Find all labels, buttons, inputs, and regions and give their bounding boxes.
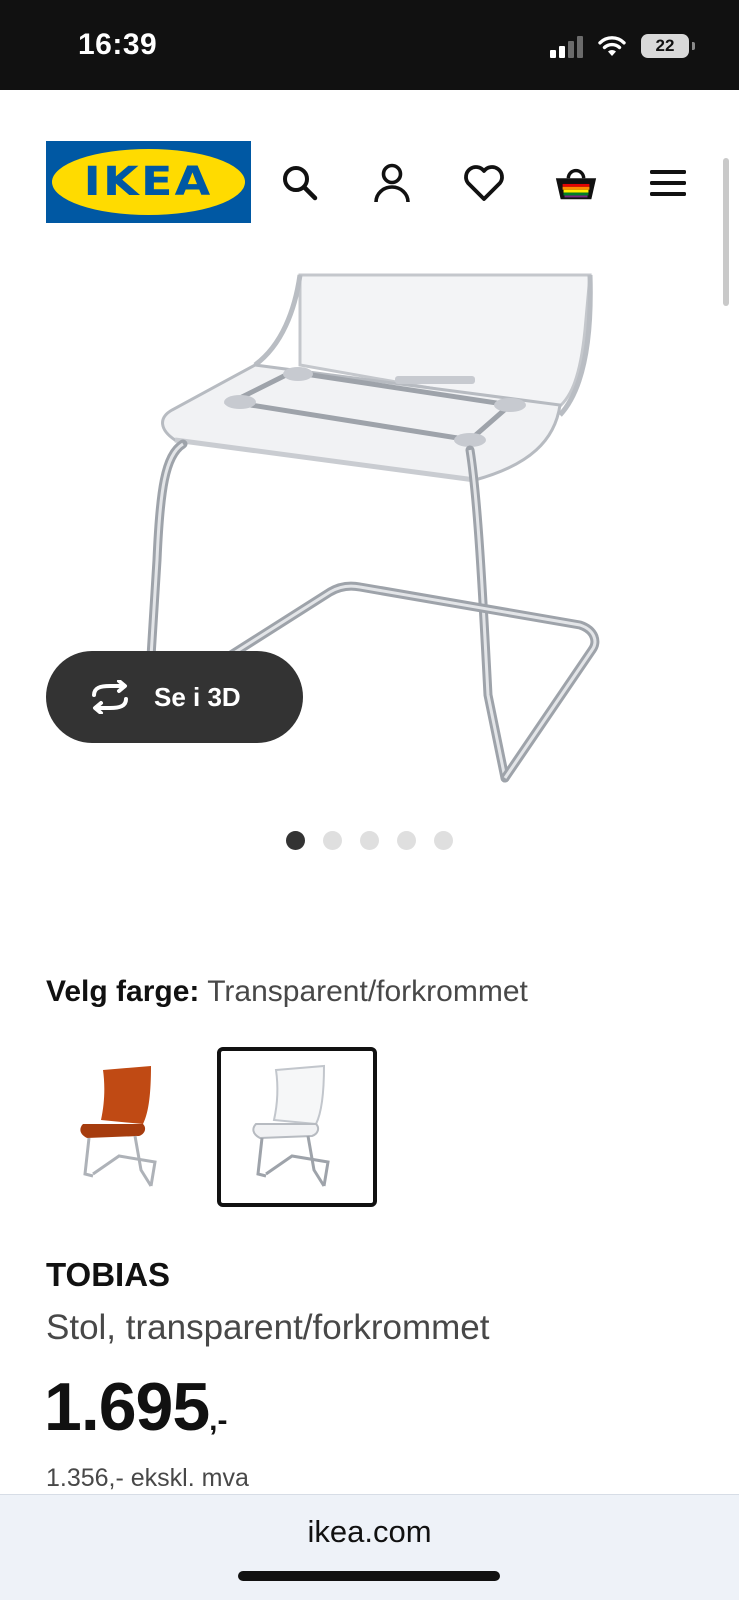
rotate-3d-icon	[92, 680, 128, 714]
color-swatch-transparent[interactable]	[217, 1047, 377, 1207]
logo-text: IKEA	[83, 159, 213, 205]
price-suffix: ,-	[209, 1404, 228, 1437]
battery-level: 22	[655, 36, 675, 55]
carousel-dot[interactable]	[286, 831, 305, 850]
menu-icon[interactable]	[645, 160, 691, 206]
status-bar: 16:39 22	[0, 0, 739, 90]
home-indicator[interactable]	[238, 1571, 500, 1581]
color-label-value: Transparent/forkrommet	[207, 975, 528, 1008]
battery-icon: 22	[641, 34, 695, 58]
account-icon[interactable]	[369, 160, 415, 206]
url-text[interactable]: ikea.com	[0, 1514, 739, 1550]
product-price: 1.695,-	[44, 1368, 228, 1446]
shopping-bag-icon[interactable]	[553, 160, 599, 206]
transparent-chair-thumbnail	[252, 1064, 330, 1187]
wishlist-heart-icon[interactable]	[461, 160, 507, 206]
carousel-dot[interactable]	[397, 831, 416, 850]
price-excl-vat: 1.356,- ekskl. mva	[46, 1464, 249, 1492]
logo-oval: IKEA	[52, 149, 245, 215]
view-3d-label: Se i 3D	[154, 681, 241, 712]
search-icon[interactable]	[277, 160, 323, 206]
carousel-dot[interactable]	[360, 831, 379, 850]
site-header: IKEA	[0, 90, 739, 240]
color-swatch-orange[interactable]	[46, 1047, 206, 1207]
browser-address-bar[interactable]: ikea.com	[0, 1494, 739, 1600]
status-time: 16:39	[78, 28, 158, 61]
carousel-dots	[286, 831, 453, 850]
carousel-dot[interactable]	[323, 831, 342, 850]
ikea-logo[interactable]: IKEA	[46, 141, 251, 223]
price-main: 1.695	[44, 1369, 210, 1445]
status-icons: 22	[550, 34, 695, 58]
orange-chair-thumbnail	[80, 1066, 157, 1187]
carousel-dot[interactable]	[434, 831, 453, 850]
screen: 16:39 22 IKEA Se i 3D Velg farge: Transp…	[0, 0, 739, 1600]
product-description: Stol, transparent/forkrommet	[46, 1308, 490, 1347]
wifi-icon	[598, 36, 626, 56]
cellular-signal-icon	[550, 34, 583, 58]
color-picker-label: Velg farge: Transparent/forkrommet	[46, 975, 528, 1009]
color-label-title: Velg farge:	[46, 975, 200, 1008]
product-name: TOBIAS	[46, 1256, 171, 1293]
view-3d-button[interactable]: Se i 3D	[46, 651, 303, 743]
